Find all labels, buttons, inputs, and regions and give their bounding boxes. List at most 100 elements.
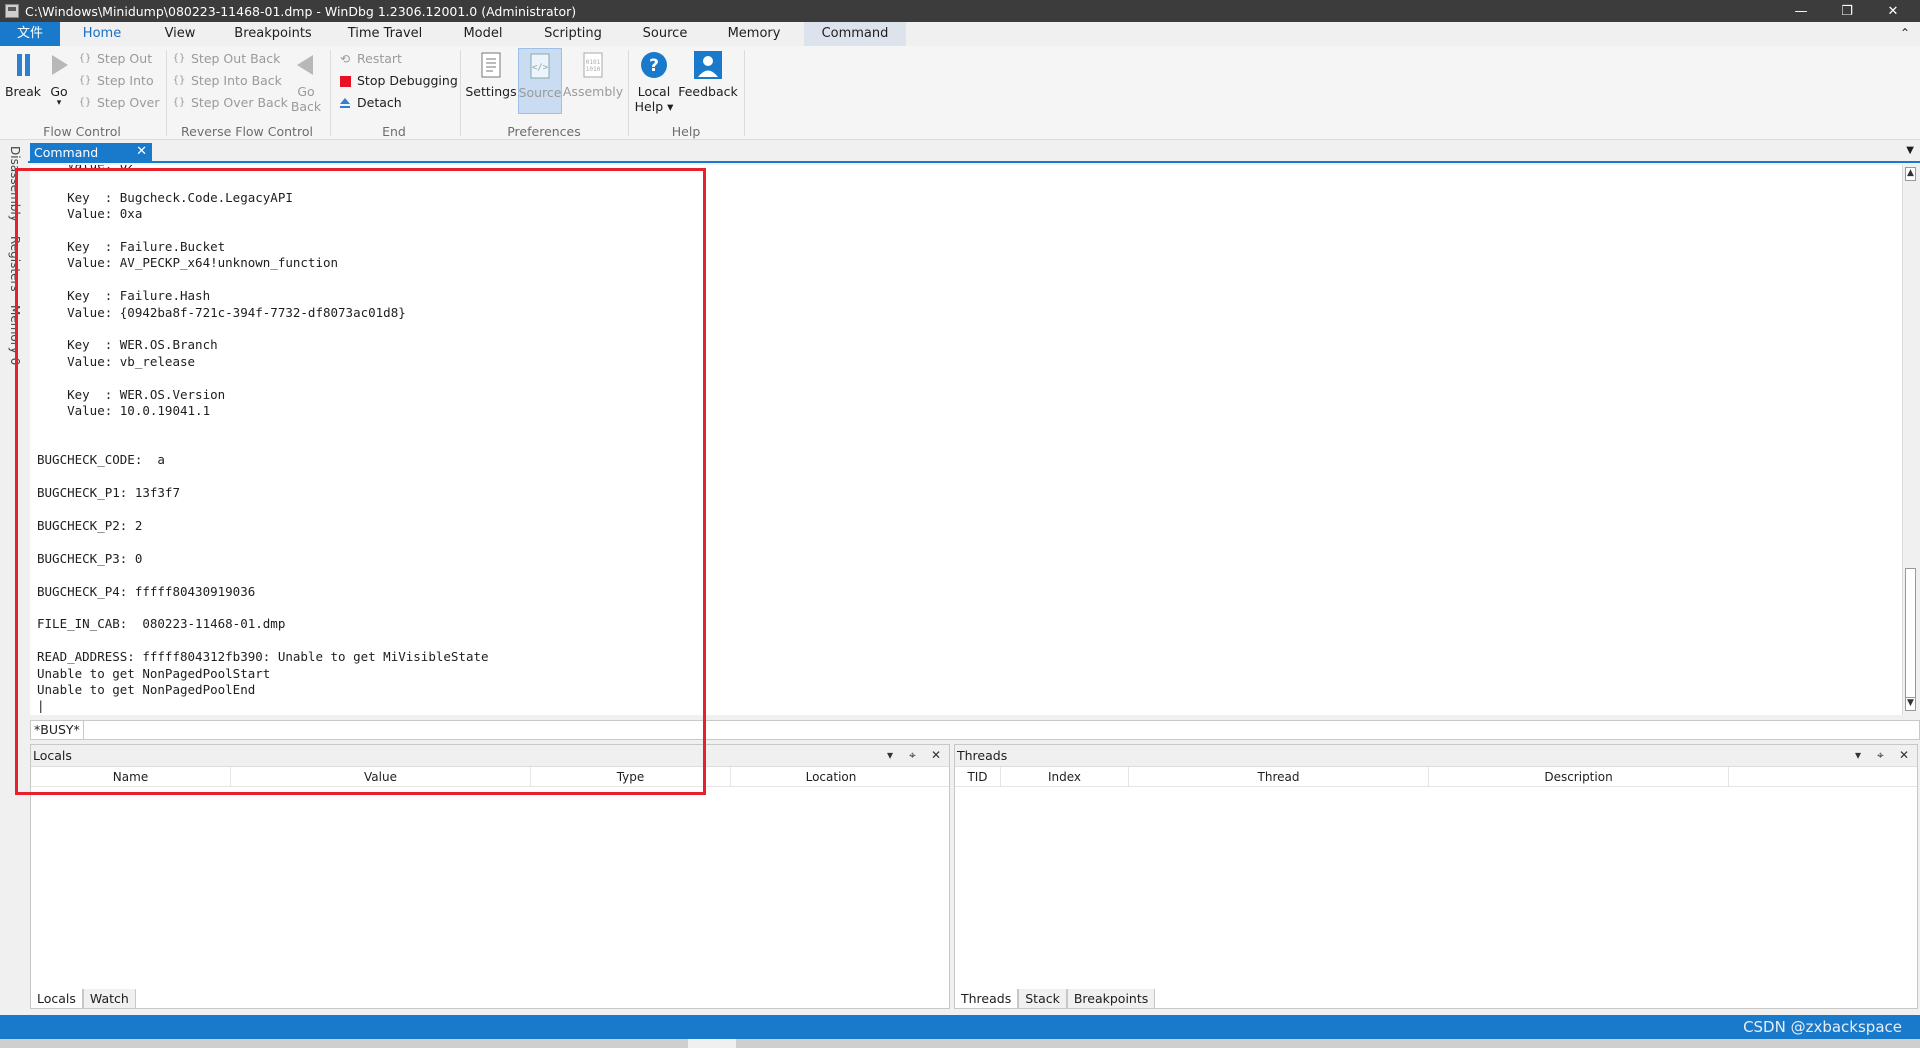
ribbon-tab-bar: 文件 Home View Breakpoints Time Travel Mod… (0, 22, 1920, 46)
command-input[interactable] (83, 721, 1919, 739)
column-header-index[interactable]: Index (1001, 767, 1129, 786)
step-out-button[interactable]: {} Step Out (78, 49, 152, 69)
scrollbar-thumb[interactable] (1905, 568, 1916, 698)
column-header-description[interactable]: Description (1429, 767, 1729, 786)
tab-command[interactable]: Command (804, 22, 906, 46)
tab-command-window[interactable]: Command ✕ (30, 143, 152, 161)
feedback-button[interactable]: Feedback (678, 50, 738, 114)
threads-panel: Threads ▾ ⌖ ✕ TID Index Thread Descripti… (954, 744, 1918, 1009)
taskbar-strip (0, 1039, 1920, 1048)
step-over-label: Step Over (97, 95, 160, 110)
settings-label: Settings (465, 84, 517, 99)
braces-icon: {} (172, 97, 186, 108)
column-header-value[interactable]: Value (231, 767, 531, 786)
tab-time-travel[interactable]: Time Travel (340, 22, 430, 46)
braces-icon: {} (78, 97, 92, 108)
settings-document-icon (476, 50, 506, 80)
tab-file[interactable]: 文件 (0, 22, 60, 46)
scroll-down-icon[interactable]: ▼ (1905, 697, 1916, 711)
command-output[interactable]: Value: 02 Key : Bugcheck.Code.LegacyAPI … (30, 165, 1902, 715)
pin-icon[interactable]: ⌖ (909, 748, 916, 763)
stop-debugging-button[interactable]: Stop Debugging (338, 71, 458, 91)
go-dropdown-icon[interactable]: ▾ (57, 99, 62, 108)
svg-text:?: ? (649, 56, 659, 76)
restore-button[interactable]: ❐ (1824, 0, 1870, 22)
close-window-button[interactable]: ✕ (1870, 0, 1916, 22)
group-label-end: End (382, 124, 406, 139)
stop-debugging-label: Stop Debugging (357, 73, 458, 88)
braces-icon: {} (78, 75, 92, 86)
group-label-help: Help (671, 124, 701, 139)
step-over-back-button[interactable]: {} Step Over Back (172, 93, 288, 113)
tab-model[interactable]: Model (450, 22, 516, 46)
pause-icon (8, 50, 38, 80)
ribbon: Break Go ▾ {} Step Out {} Step Into {} Step… (0, 46, 1920, 140)
settings-button[interactable]: Settings (465, 50, 517, 114)
tab-locals[interactable]: Locals (30, 989, 83, 1009)
minimize-button[interactable]: — (1778, 0, 1824, 22)
tab-watch[interactable]: Watch (82, 989, 136, 1009)
tab-memory[interactable]: Memory (716, 22, 792, 46)
tab-scripting[interactable]: Scripting (530, 22, 616, 46)
assembly-button[interactable]: 0101 1010 Assembly (563, 50, 623, 114)
tab-home[interactable]: Home (70, 22, 134, 46)
tab-breakpoints[interactable]: Breakpoints (226, 22, 320, 46)
dock-tab-disassembly[interactable]: Disassembly (8, 146, 22, 222)
threads-column-headers: TID Index Thread Description (955, 767, 1917, 787)
restart-button[interactable]: ⟲ Restart (338, 49, 402, 69)
column-header-name[interactable]: Name (31, 767, 231, 786)
close-icon[interactable]: ✕ (1899, 748, 1909, 762)
go-back-label-1: Go (297, 84, 315, 99)
go-button[interactable]: Go ▾ (44, 50, 74, 114)
step-out-back-button[interactable]: {} Step Out Back (172, 49, 281, 69)
title-bar: C:\Windows\Minidump\080223-11468-01.dmp … (0, 0, 1920, 22)
taskbar-block (688, 1039, 736, 1048)
panel-dropdown-icon[interactable]: ▾ (887, 748, 893, 762)
feedback-person-icon (693, 50, 723, 80)
left-dock-strip: Disassembly Registers Memory 0 (0, 140, 28, 1015)
threads-panel-header: Threads ▾ ⌖ ✕ (955, 745, 1917, 767)
column-header-tid[interactable]: TID (955, 767, 1001, 786)
window-list-dropdown-icon[interactable]: ▼ (1906, 145, 1914, 156)
column-header-location[interactable]: Location (731, 767, 931, 786)
command-input-bar: *BUSY* (30, 720, 1920, 740)
step-into-button[interactable]: {} Step Into (78, 71, 154, 91)
step-out-back-label: Step Out Back (191, 51, 281, 66)
group-separator (166, 50, 167, 136)
group-label-reverse-flow-control: Reverse Flow Control (181, 124, 313, 139)
collapse-ribbon-icon[interactable]: ⌃ (1900, 26, 1910, 40)
threads-panel-title: Threads (957, 748, 1008, 763)
detach-button[interactable]: Detach (338, 93, 402, 113)
feedback-label: Feedback (678, 84, 738, 99)
braces-icon: {} (172, 75, 186, 86)
break-button[interactable]: Break (5, 50, 41, 114)
step-into-back-button[interactable]: {} Step Into Back (172, 71, 282, 91)
close-icon[interactable]: ✕ (136, 144, 147, 159)
pin-icon[interactable]: ⌖ (1877, 748, 1884, 763)
dock-tab-registers[interactable]: Registers (8, 236, 22, 292)
braces-icon: {} (172, 53, 186, 64)
source-button[interactable]: </> Source (518, 48, 562, 114)
dock-tab-memory[interactable]: Memory 0 (8, 305, 22, 365)
go-back-button[interactable]: Go Back (290, 50, 322, 114)
restart-label: Restart (357, 51, 402, 66)
tab-view[interactable]: View (150, 22, 210, 46)
detach-label: Detach (357, 95, 402, 110)
step-over-button[interactable]: {} Step Over (78, 93, 160, 113)
panel-dropdown-icon[interactable]: ▾ (1855, 748, 1861, 762)
column-header-type[interactable]: Type (531, 767, 731, 786)
tab-stack[interactable]: Stack (1018, 989, 1067, 1009)
step-into-back-label: Step Into Back (191, 73, 282, 88)
locals-panel-header: Locals ▾ ⌖ ✕ (31, 745, 949, 767)
scroll-up-icon[interactable]: ▲ (1905, 167, 1916, 181)
source-label: Source (518, 85, 562, 100)
window-title: C:\Windows\Minidump\080223-11468-01.dmp … (25, 3, 577, 19)
status-bar: CSDN @zxbackspace (0, 1015, 1920, 1039)
tab-threads[interactable]: Threads (954, 989, 1019, 1009)
column-header-thread[interactable]: Thread (1129, 767, 1429, 786)
tab-source[interactable]: Source (630, 22, 700, 46)
local-help-button[interactable]: ? Local Help ▾ (634, 50, 674, 114)
tab-breakpoints-panel[interactable]: Breakpoints (1066, 989, 1156, 1009)
close-icon[interactable]: ✕ (931, 748, 941, 762)
command-output-scrollbar[interactable]: ▲ ▼ (1902, 165, 1918, 715)
